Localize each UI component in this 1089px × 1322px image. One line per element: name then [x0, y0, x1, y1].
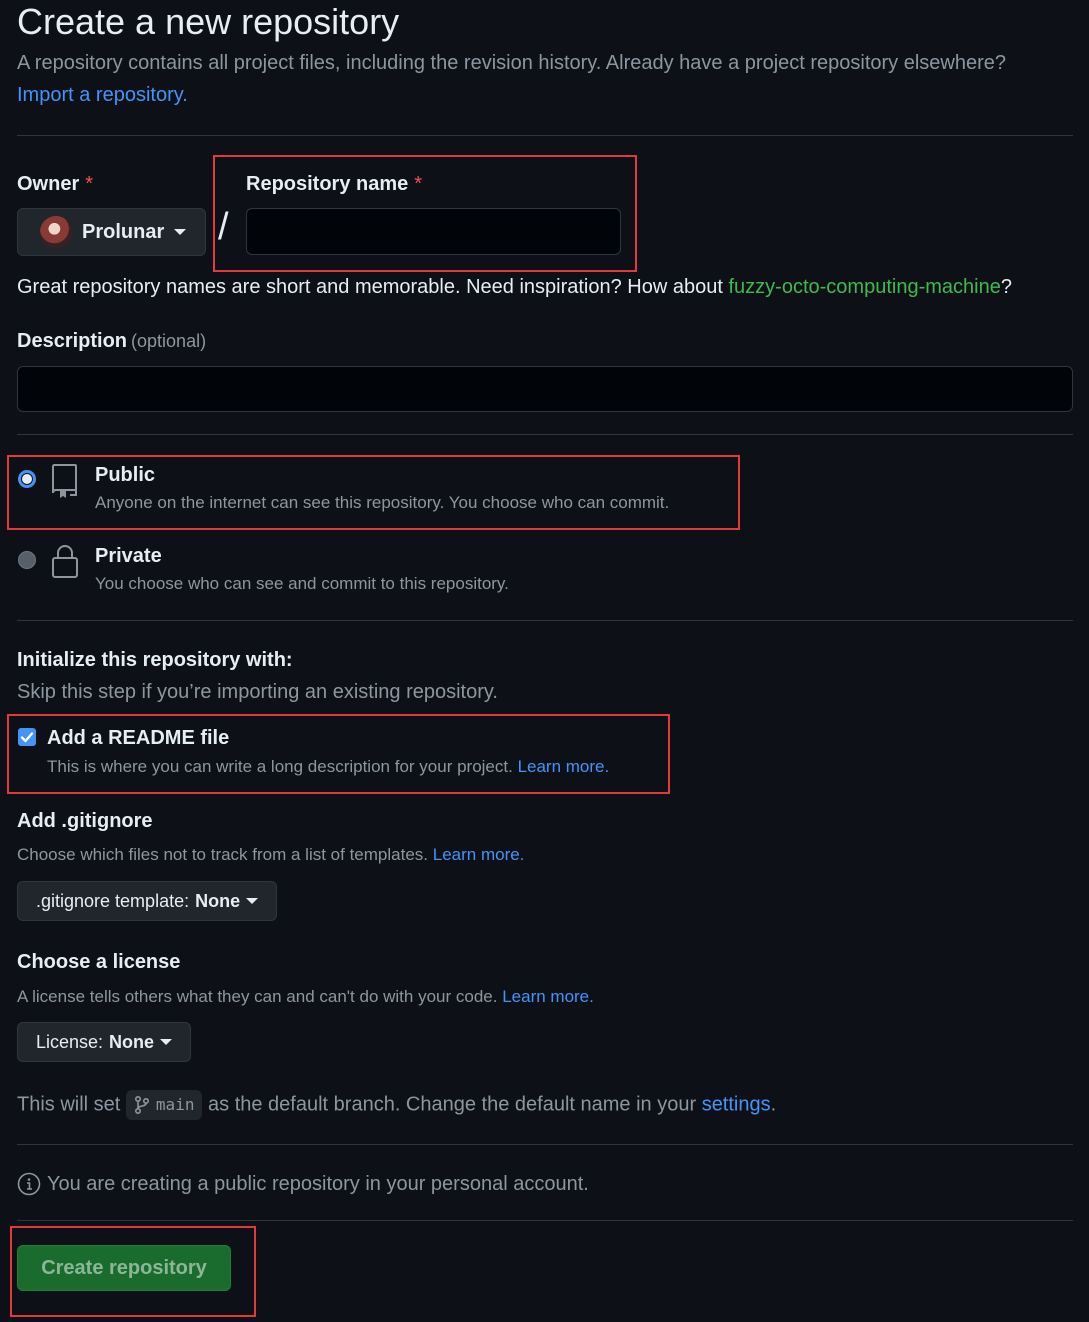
- caret-down-icon: [174, 229, 187, 235]
- gitignore-learn-more-link[interactable]: Learn more.: [433, 845, 525, 864]
- divider: [17, 1144, 1073, 1145]
- git-branch-icon: [134, 1095, 149, 1115]
- default-branch-note: This will set main as the default branch…: [17, 1090, 776, 1120]
- license-title: Choose a license: [17, 951, 181, 973]
- required-mark: *: [414, 173, 423, 195]
- caret-down-icon: [246, 898, 259, 904]
- divider: [17, 135, 1073, 136]
- divider: [17, 434, 1073, 435]
- branch-pill: main: [125, 1090, 203, 1120]
- license-learn-more-link[interactable]: Learn more.: [502, 987, 594, 1006]
- initialize-subtitle: Skip this step if you’re importing an ex…: [17, 681, 498, 703]
- create-repository-button[interactable]: Create repository: [17, 1245, 231, 1291]
- divider: [17, 1220, 1073, 1221]
- owner-value: Prolunar: [82, 220, 165, 243]
- readme-label[interactable]: Add a README file: [47, 725, 229, 751]
- import-repository-link[interactable]: Import a repository.: [17, 82, 188, 108]
- license-button-value: None: [109, 1031, 155, 1052]
- repo-name-label: Repository name *: [246, 173, 423, 195]
- page-title: Create a new repository: [17, 1, 400, 42]
- public-option-description: Anyone on the internet can see this repo…: [95, 493, 670, 512]
- license-button-prefix: License:: [36, 1031, 104, 1052]
- public-option-title: Public: [95, 464, 156, 486]
- owner-dropdown-button[interactable]: Prolunar: [17, 208, 206, 256]
- info-icon: [17, 1172, 41, 1196]
- lock-icon: [52, 545, 78, 578]
- gitignore-button-value: None: [195, 890, 241, 911]
- public-repo-notice: You are creating a public repository in …: [47, 1173, 589, 1195]
- settings-link[interactable]: settings: [702, 1093, 771, 1115]
- repo-icon: [51, 464, 77, 498]
- public-radio[interactable]: [18, 470, 36, 488]
- divider: [17, 620, 1073, 621]
- description-input[interactable]: [17, 366, 1073, 412]
- readme-checkbox[interactable]: [18, 728, 36, 746]
- branch-name: main: [155, 1095, 195, 1114]
- gitignore-button-prefix: .gitignore template:: [36, 890, 190, 911]
- avatar: [40, 216, 72, 248]
- check-icon: [20, 732, 34, 743]
- private-option-description: You choose who can see and commit to thi…: [95, 574, 509, 593]
- license-description: A license tells others what they can and…: [17, 987, 594, 1006]
- optional-tag: (optional): [131, 331, 207, 351]
- page-subtitle: A repository contains all project files,…: [17, 52, 1007, 74]
- radio-dot: [22, 474, 32, 484]
- repo-name-hint: Great repository names are short and mem…: [17, 276, 1012, 298]
- repo-name-input[interactable]: [246, 208, 621, 255]
- suggested-name-link[interactable]: fuzzy-octo-computing-machine: [728, 276, 1000, 298]
- owner-label: Owner *: [17, 173, 94, 195]
- description-label: Description (optional): [17, 330, 207, 352]
- private-option-title: Private: [95, 545, 162, 567]
- license-dropdown[interactable]: License: None: [17, 1022, 192, 1062]
- gitignore-description: Choose which files not to track from a l…: [17, 845, 525, 864]
- required-mark: *: [85, 173, 94, 195]
- gitignore-title: Add .gitignore: [17, 810, 153, 832]
- initialize-title: Initialize this repository with:: [17, 649, 293, 671]
- readme-learn-more-link[interactable]: Learn more.: [518, 757, 610, 776]
- private-radio[interactable]: [18, 551, 36, 569]
- gitignore-template-dropdown[interactable]: .gitignore template: None: [17, 881, 278, 921]
- readme-description: This is where you can write a long descr…: [47, 757, 610, 776]
- caret-down-icon: [160, 1039, 173, 1045]
